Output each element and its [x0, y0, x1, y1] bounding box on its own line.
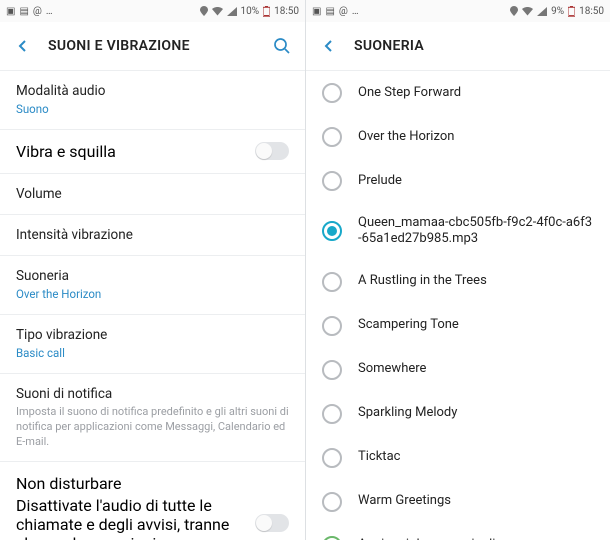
ringtone-option[interactable]: Queen_mamaa-cbc505fb-f9c2-4f0c-a6f3-65a1… — [306, 203, 610, 260]
battery-icon — [263, 6, 270, 17]
clipboard-icon: ▤ — [325, 6, 334, 17]
radio-icon[interactable] — [322, 127, 342, 147]
radio-icon[interactable] — [322, 316, 342, 336]
row-vibrate-and-ring[interactable]: Vibra e squilla — [0, 130, 305, 173]
ringtone-option[interactable]: Over the Horizon — [306, 115, 610, 159]
ringtone-name: Sparkling Melody — [358, 405, 457, 421]
ringtone-option[interactable]: Ticktac — [306, 436, 610, 480]
image-icon: ▣ — [312, 6, 321, 17]
ringtone-name: A Rustling in the Trees — [358, 273, 487, 289]
clipboard-icon: ▤ — [19, 6, 28, 17]
more-icon: … — [352, 6, 359, 17]
ringtone-option[interactable]: Prelude — [306, 159, 610, 203]
page-title: SUONI E VIBRAZIONE — [48, 38, 257, 54]
wifi-icon — [522, 7, 533, 16]
at-icon: @ — [339, 6, 348, 17]
row-description: Imposta il suono di notifica predefinito… — [16, 405, 289, 450]
ringtone-name: Somewhere — [358, 361, 426, 377]
back-button[interactable] — [12, 35, 34, 57]
clock: 18:50 — [579, 6, 604, 17]
back-button[interactable] — [318, 35, 340, 57]
clock: 18:50 — [274, 6, 299, 17]
ringtone-option[interactable]: Warm Greetings — [306, 480, 610, 524]
row-volume[interactable]: Volume — [0, 174, 305, 214]
radio-icon[interactable] — [322, 221, 342, 241]
row-vibration-intensity[interactable]: Intensità vibrazione — [0, 215, 305, 255]
row-label: Volume — [16, 186, 289, 202]
row-label: Modalità audio — [16, 83, 289, 99]
search-button[interactable] — [271, 35, 293, 57]
row-label: Intensità vibrazione — [16, 227, 289, 243]
row-audio-mode[interactable]: Modalità audio Suono — [0, 71, 305, 129]
row-label: Vibra e squilla — [16, 142, 255, 161]
ringtone-option[interactable]: A Rustling in the Trees — [306, 260, 610, 304]
row-vibration-pattern[interactable]: Tipo vibrazione Basic call — [0, 315, 305, 373]
signal-icon — [537, 7, 547, 16]
radio-icon[interactable] — [322, 404, 342, 424]
at-icon: @ — [33, 6, 42, 17]
radio-icon[interactable] — [322, 448, 342, 468]
status-bar: ▣ ▤ @ … 10% 18:50 — [0, 0, 305, 22]
ringtone-name: Scampering Tone — [358, 317, 459, 333]
row-value: Suono — [16, 102, 289, 117]
ringtone-name: Warm Greetings — [358, 493, 451, 509]
status-bar: ▣ ▤ @ … 9% 18:50 — [306, 0, 610, 22]
radio-icon[interactable] — [322, 360, 342, 380]
row-value: Basic call — [16, 346, 289, 361]
ringtone-option[interactable]: Scampering Tone — [306, 304, 610, 348]
ringtone-name: Prelude — [358, 173, 402, 189]
plus-icon — [322, 536, 342, 540]
more-icon: … — [46, 6, 53, 17]
ringtone-list: One Step Forward Over the Horizon Prelude Q… — [306, 71, 610, 540]
row-label: Tipo vibrazione — [16, 327, 289, 343]
row-description: Disattivate l'audio di tutte le chiamate… — [16, 496, 255, 540]
phone-left: ▣ ▤ @ … 10% 18:50 SUONI E VIBRAZION — [0, 0, 305, 540]
battery-percent: 10% — [241, 6, 260, 17]
add-from-storage[interactable]: Aggiungi da memoria dispos. — [306, 524, 610, 540]
row-label: Non disturbare — [16, 474, 255, 493]
wifi-icon — [212, 7, 223, 16]
battery-percent: 9% — [551, 6, 564, 17]
ringtone-option[interactable]: Sparkling Melody — [306, 392, 610, 436]
ringtone-option[interactable]: One Step Forward — [306, 71, 610, 115]
title-bar: SUONI E VIBRAZIONE — [0, 22, 305, 70]
radio-icon[interactable] — [322, 492, 342, 512]
ringtone-name: Queen_mamaa-cbc505fb-f9c2-4f0c-a6f3-65a1… — [358, 215, 594, 248]
row-label: Suoneria — [16, 268, 289, 284]
ringtone-option[interactable]: Somewhere — [306, 348, 610, 392]
signal-icon — [227, 7, 237, 16]
ringtone-name: Over the Horizon — [358, 129, 454, 145]
battery-icon — [568, 6, 575, 17]
image-icon: ▣ — [6, 6, 15, 17]
row-value: Over the Horizon — [16, 287, 289, 302]
radio-icon[interactable] — [322, 272, 342, 292]
ringtone-name: Ticktac — [358, 449, 400, 465]
settings-list: Modalità audio Suono Vibra e squilla Vol… — [0, 71, 305, 540]
row-label: Suoni di notifica — [16, 386, 289, 402]
toggle-dnd[interactable] — [255, 514, 289, 532]
row-notification-sounds[interactable]: Suoni di notifica Imposta il suono di no… — [0, 374, 305, 462]
page-title: SUONERIA — [354, 38, 598, 54]
radio-icon[interactable] — [322, 83, 342, 103]
row-do-not-disturb[interactable]: Non disturbare Disattivate l'audio di tu… — [0, 462, 305, 540]
location-icon — [510, 6, 518, 16]
row-ringtone[interactable]: Suoneria Over the Horizon — [0, 256, 305, 314]
toggle-vibrate[interactable] — [255, 142, 289, 160]
ringtone-name: One Step Forward — [358, 85, 461, 101]
location-icon — [200, 6, 208, 16]
phone-right: ▣ ▤ @ … 9% 18:50 SUONERIA — [305, 0, 610, 540]
title-bar: SUONERIA — [306, 22, 610, 70]
radio-icon[interactable] — [322, 171, 342, 191]
